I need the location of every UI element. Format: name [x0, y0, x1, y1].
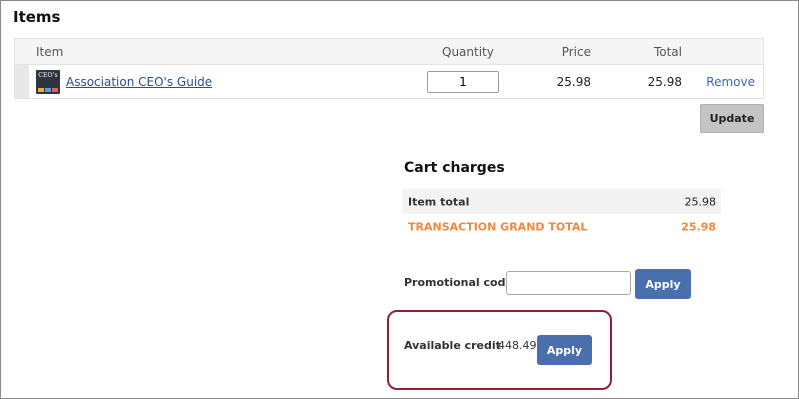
quantity-input[interactable]	[427, 70, 499, 93]
available-credit-value: 448.49	[498, 339, 537, 352]
column-header-item: Item	[36, 44, 64, 59]
grand-total-value: 25.98	[681, 220, 716, 233]
grand-total-label: TRANSACTION GRAND TOTAL	[408, 220, 588, 233]
item-price: 25.98	[556, 74, 591, 89]
apply-credit-button[interactable]: Apply	[537, 335, 592, 365]
row-stripe	[15, 65, 29, 98]
item-total-value: 25.98	[684, 195, 717, 208]
apply-promo-button[interactable]: Apply	[635, 269, 691, 299]
item-total-label: Item total	[408, 195, 470, 208]
thumbnail-decoration	[45, 87, 51, 92]
column-header-price: Price	[561, 44, 591, 59]
items-table: Item Quantity Price Total CEO's Associat…	[14, 38, 764, 99]
grand-total-row: TRANSACTION GRAND TOTAL 25.98	[402, 214, 721, 239]
product-thumbnail[interactable]: CEO's	[36, 69, 60, 94]
remove-link[interactable]: Remove	[706, 75, 755, 89]
product-name-link[interactable]: Association CEO's Guide	[66, 75, 212, 89]
thumbnail-decoration	[52, 87, 58, 92]
thumbnail-text: CEO's	[38, 71, 58, 79]
items-table-header: Item Quantity Price Total	[15, 39, 763, 65]
available-credit-label: Available credit	[404, 339, 501, 352]
thumbnail-decoration	[38, 87, 44, 92]
promo-code-input[interactable]	[506, 271, 631, 295]
item-total-row: Item total 25.98	[402, 189, 721, 214]
cart-charges-heading: Cart charges	[404, 160, 505, 176]
column-header-total: Total	[653, 44, 682, 59]
item-total: 25.98	[647, 74, 682, 89]
update-button[interactable]: Update	[700, 104, 764, 133]
table-row: CEO's Association CEO's Guide 25.98 25.9…	[15, 65, 763, 98]
items-heading: Items	[13, 8, 61, 26]
promo-code-label: Promotional code	[404, 276, 513, 289]
column-header-quantity: Quantity	[442, 44, 494, 59]
cart-charges-table: Item total 25.98 TRANSACTION GRAND TOTAL…	[402, 189, 721, 239]
